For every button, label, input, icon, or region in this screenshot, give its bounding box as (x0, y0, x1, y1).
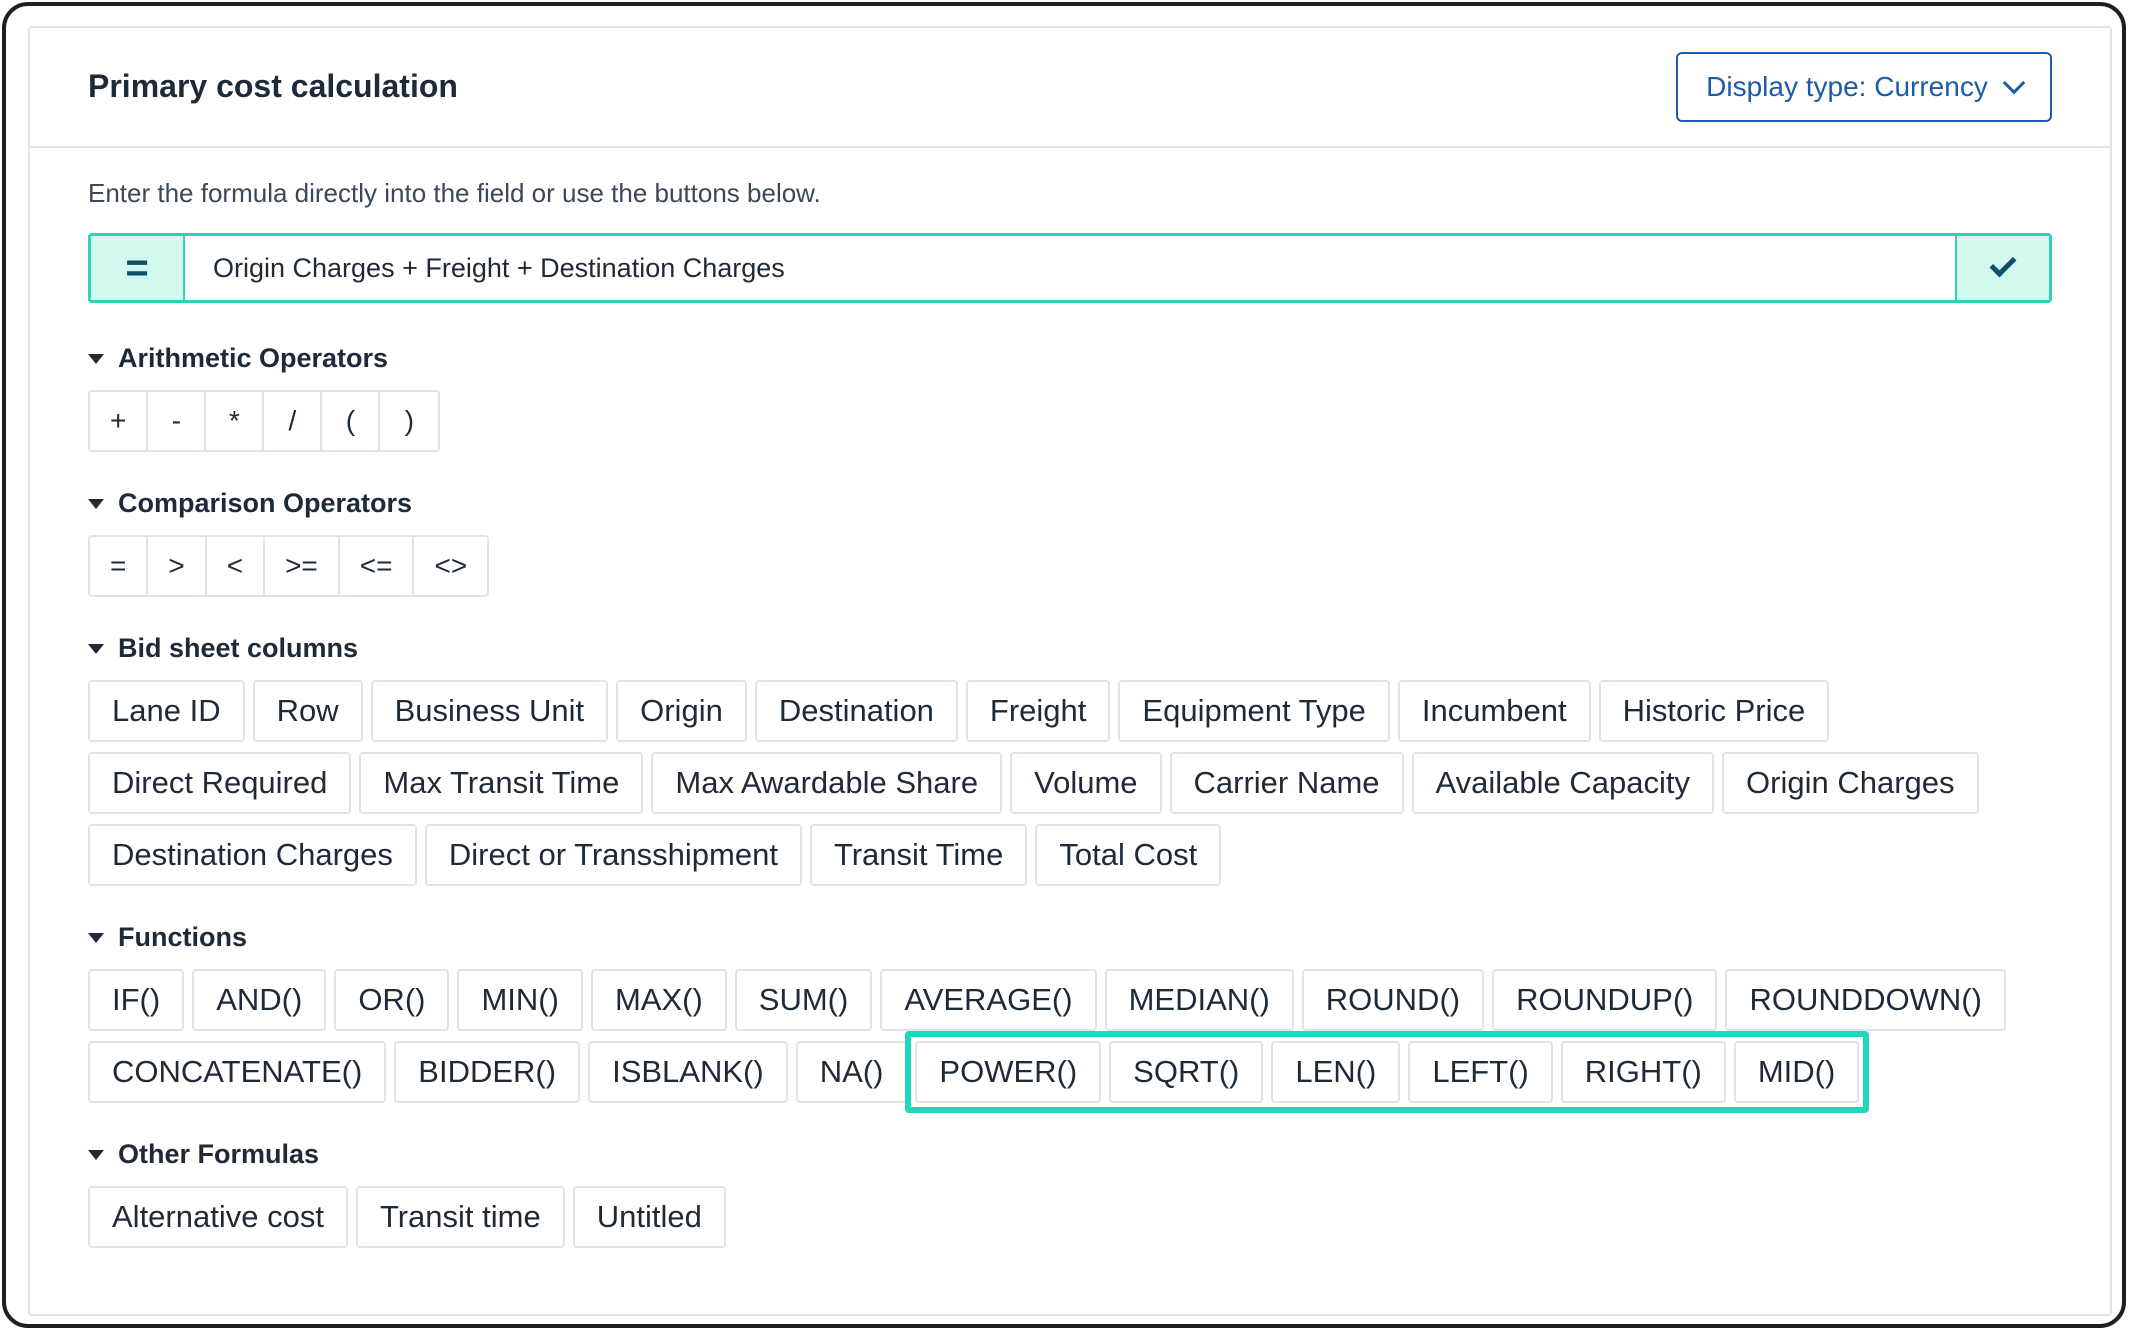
function-chip-concatenate[interactable]: CONCATENATE() (88, 1041, 387, 1103)
display-type-dropdown[interactable]: Display type: Currency (1676, 52, 2052, 122)
other-formulas: Alternative cost Transit time Untitled (88, 1186, 2048, 1248)
function-chip-mid[interactable]: MID() (1733, 1041, 1860, 1103)
operator-button[interactable]: > (148, 537, 207, 595)
function-chip-or[interactable]: OR() (334, 969, 450, 1031)
caret-down-icon (88, 498, 104, 509)
operator-button[interactable]: = (90, 537, 149, 595)
confirm-button[interactable] (1955, 236, 2049, 300)
function-chip-right[interactable]: RIGHT() (1560, 1041, 1726, 1103)
card-header: Primary cost calculation Display type: C… (30, 28, 2110, 148)
column-chip-freight[interactable]: Freight (965, 680, 1111, 742)
function-chip-max[interactable]: MAX() (590, 969, 727, 1031)
page-title: Primary cost calculation (88, 68, 458, 104)
section-other-toggle[interactable]: Other Formulas (88, 1139, 2052, 1170)
function-chip-na[interactable]: NA() (795, 1041, 908, 1103)
column-chip-max-awardable-share[interactable]: Max Awardable Share (651, 752, 1003, 814)
section-title: Other Formulas (118, 1139, 320, 1169)
formula-chip-untitled[interactable]: Untitled (572, 1186, 726, 1248)
section-title: Comparison Operators (118, 488, 413, 518)
checkmark-icon (1989, 250, 2017, 278)
section-columns-toggle[interactable]: Bid sheet columns (88, 633, 2052, 664)
operator-button[interactable]: ( (322, 392, 381, 450)
section-title: Arithmetic Operators (118, 343, 389, 373)
function-chip-isblank[interactable]: ISBLANK() (588, 1041, 788, 1103)
arithmetic-operators: + - * /() (88, 390, 441, 452)
column-chip-origin-charges[interactable]: Origin Charges (1722, 752, 1979, 814)
section-arithmetic-toggle[interactable]: Arithmetic Operators (88, 343, 2052, 374)
function-chip-power[interactable]: POWER() (915, 1041, 1102, 1103)
column-chip-direct-required[interactable]: Direct Required (88, 752, 352, 814)
section-functions-toggle[interactable]: Functions (88, 922, 2052, 953)
function-chip-sqrt[interactable]: SQRT() (1109, 1041, 1264, 1103)
section-title: Functions (118, 922, 247, 952)
column-chip-equipment-type[interactable]: Equipment Type (1118, 680, 1390, 742)
column-chip-incumbent[interactable]: Incumbent (1397, 680, 1591, 742)
function-chip-len[interactable]: LEN() (1271, 1041, 1401, 1103)
operator-button[interactable]: + (90, 392, 149, 450)
function-chip-if[interactable]: IF() (88, 969, 185, 1031)
caret-down-icon (88, 932, 104, 943)
chevron-down-icon (2002, 71, 2026, 95)
column-chip-business-unit[interactable]: Business Unit (370, 680, 609, 742)
function-chip-round[interactable]: ROUND() (1301, 969, 1485, 1031)
column-chip-origin[interactable]: Origin (616, 680, 747, 742)
column-chip-available-capacity[interactable]: Available Capacity (1411, 752, 1715, 814)
column-chip-volume[interactable]: Volume (1010, 752, 1162, 814)
function-chip-roundup[interactable]: ROUNDUP() (1492, 969, 1718, 1031)
operator-button[interactable]: <= (340, 537, 415, 595)
column-chip-historic-price[interactable]: Historic Price (1598, 680, 1830, 742)
column-chip-destination-charges[interactable]: Destination Charges (88, 824, 417, 886)
formula-chip-alternative-cost[interactable]: Alternative cost (88, 1186, 348, 1248)
caret-down-icon (88, 1149, 104, 1160)
bid-sheet-columns: Lane ID Row Business Unit Origin Destination… (88, 680, 2048, 886)
column-chip-transit-time[interactable]: Transit Time (809, 824, 1028, 886)
column-chip-direct-or-transshipment[interactable]: Direct or Transshipment (424, 824, 802, 886)
column-chip-max-transit-time[interactable]: Max Transit Time (359, 752, 644, 814)
column-chip-carrier-name[interactable]: Carrier Name (1169, 752, 1404, 814)
function-chip-and[interactable]: AND() (192, 969, 327, 1031)
equals-icon: = (91, 236, 185, 300)
function-chip-median[interactable]: MEDIAN() (1104, 969, 1294, 1031)
display-type-label: Display type: Currency (1706, 71, 1988, 102)
operator-button[interactable]: >= (265, 537, 340, 595)
function-chip-left[interactable]: LEFT() (1408, 1041, 1553, 1103)
column-chip-lane-id[interactable]: Lane ID (88, 680, 245, 742)
operator-button[interactable]: * (206, 392, 265, 450)
editor-body: Enter the formula directly into the fiel… (88, 178, 2052, 1248)
formula-chip-transit-time[interactable]: Transit time (355, 1186, 565, 1248)
function-chip-sum[interactable]: SUM() (734, 969, 873, 1031)
function-chip-min[interactable]: MIN() (457, 969, 583, 1031)
operator-button[interactable]: - (148, 392, 207, 450)
formula-input[interactable] (185, 236, 1955, 300)
column-chip-row[interactable]: Row (252, 680, 363, 742)
function-chip-bidder[interactable]: BIDDER() (394, 1041, 581, 1103)
column-chip-destination[interactable]: Destination (754, 680, 958, 742)
operator-button[interactable]: < (207, 537, 266, 595)
formula-bar: = (88, 233, 2052, 303)
caret-down-icon (88, 353, 104, 364)
caret-down-icon (88, 643, 104, 654)
operator-button[interactable]: ) (380, 392, 438, 450)
functions-list: IF() AND() OR() MIN() MAX() SUM() AVERAGE() MED… (88, 969, 2048, 1113)
comparison-operators: = > < >= <= <> (88, 535, 490, 597)
operator-button[interactable]: / (264, 392, 323, 450)
formula-hint: Enter the formula directly into the fiel… (88, 178, 821, 208)
window-frame: Primary cost calculation Display type: C… (2, 2, 2126, 1328)
formula-editor-card: Primary cost calculation Display type: C… (28, 26, 2112, 1316)
function-chip-rounddown[interactable]: ROUNDDOWN() (1725, 969, 2006, 1031)
section-title: Bid sheet columns (118, 633, 359, 663)
section-comparison-toggle[interactable]: Comparison Operators (88, 488, 2052, 519)
function-chip-average[interactable]: AVERAGE() (880, 969, 1097, 1031)
column-chip-total-cost[interactable]: Total Cost (1035, 824, 1222, 886)
operator-button[interactable]: <> (414, 537, 487, 595)
